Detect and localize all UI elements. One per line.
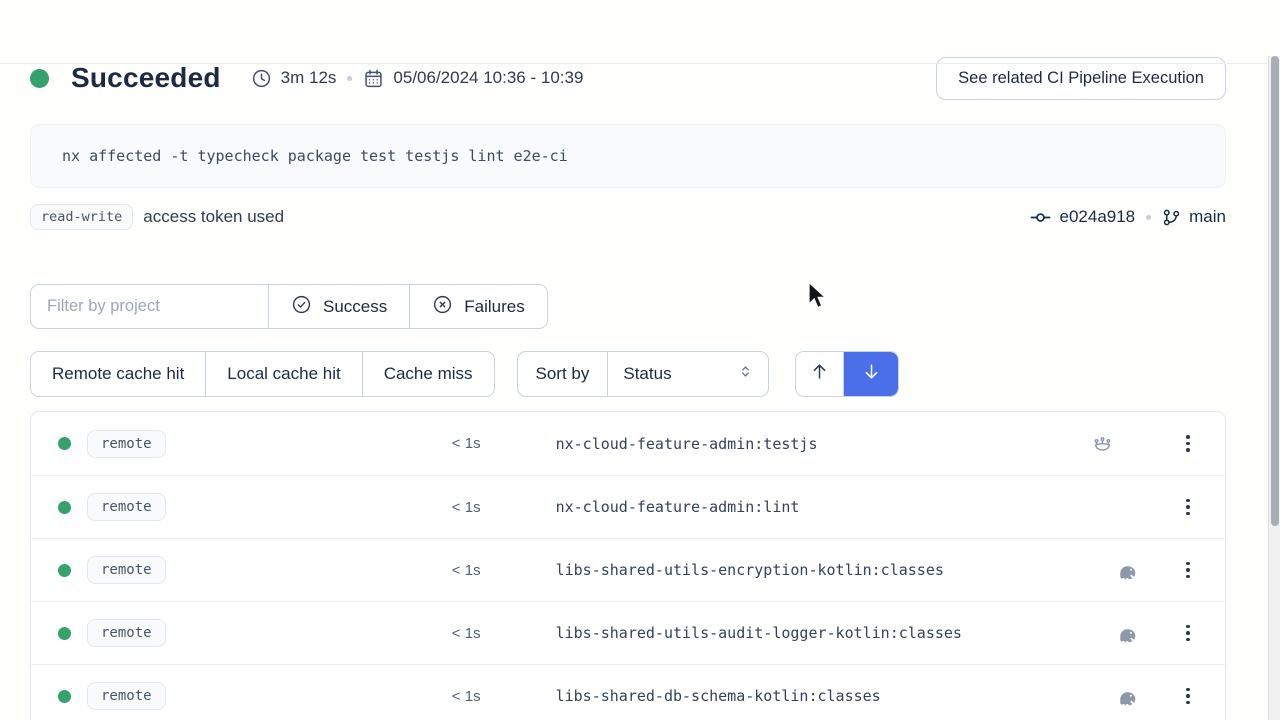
x-circle-icon [432,294,453,320]
sort-direction-group [795,351,899,397]
gradle-icon [1115,685,1141,708]
task-status-dot [58,690,71,703]
task-name[interactable]: nx-cloud-feature-admin:testjs [556,435,1089,453]
cache-source-badge: remote [87,619,166,647]
task-duration: < 1s [421,625,481,642]
arrow-down-icon [862,362,881,386]
task-name[interactable]: libs-shared-utils-audit-logger-kotlin:cl… [556,624,1115,642]
filter-by-project-input[interactable] [31,285,268,328]
branch-name[interactable]: main [1189,207,1226,227]
commit-sha[interactable]: e024a918 [1060,207,1136,227]
task-status-dot [58,501,71,514]
access-token-text: access token used [143,207,284,227]
task-row: remote < 1s libs-shared-db-schema-kotlin… [31,664,1225,720]
task-row: remote < 1s nx-cloud-feature-admin:lint [31,475,1225,538]
sort-select[interactable]: Status [607,352,768,396]
task-list: remote < 1s nx-cloud-feature-admin:testj… [30,411,1226,720]
chevron-updown-icon [738,364,753,384]
task-menu-button[interactable] [1181,431,1195,456]
project-filter-group: Success Failures [30,284,548,329]
cache-source-badge: remote [87,430,166,458]
cache-filter-group: Remote cache hit Local cache hit Cache m… [30,351,495,397]
run-duration: 3m 12s [251,68,337,89]
git-branch-icon [1162,208,1181,227]
task-duration: < 1s [421,499,481,516]
page-top-divider [0,63,1268,64]
date-range-text: 05/06/2024 10:36 - 10:39 [393,68,583,88]
sort-group: Sort by Status [517,351,770,397]
git-commit-icon [1029,206,1052,229]
run-status-dot [30,69,49,88]
task-status-dot [58,564,71,577]
cache-miss-button[interactable]: Cache miss [362,352,494,396]
clock-icon [251,68,272,89]
run-date: 05/06/2024 10:36 - 10:39 [363,68,583,89]
task-row: remote < 1s libs-shared-utils-audit-logg… [31,601,1225,664]
sort-select-value: Status [623,364,671,384]
task-row: remote < 1s nx-cloud-feature-admin:testj… [31,412,1225,475]
task-duration: < 1s [421,688,481,705]
task-menu-button[interactable] [1181,684,1195,709]
task-menu-button[interactable] [1181,621,1195,646]
task-menu-button[interactable] [1181,558,1195,583]
duration-text: 3m 12s [281,68,337,88]
check-circle-icon [291,294,312,320]
task-name[interactable]: libs-shared-utils-encryption-kotlin:clas… [556,561,1115,579]
scrollbar-thumb[interactable] [1271,56,1279,526]
cache-source-badge: remote [87,493,166,521]
cache-source-badge: remote [87,556,166,584]
sort-ascending-button[interactable] [796,352,843,396]
task-name[interactable]: libs-shared-db-schema-kotlin:classes [556,687,1115,705]
task-status-dot [58,627,71,640]
arrow-up-icon [810,362,829,386]
sort-by-label: Sort by [518,352,608,396]
success-label: Success [323,297,387,317]
gradle-icon [1115,622,1141,645]
access-token-badge: read-write [30,204,133,230]
cache-source-badge: remote [87,682,166,710]
remote-cache-hit-button[interactable]: Remote cache hit [31,352,205,396]
failures-label: Failures [464,297,524,317]
task-status-dot [58,437,71,450]
filter-success-button[interactable]: Success [268,285,409,328]
separator-dot [347,76,352,81]
task-duration: < 1s [421,562,481,579]
local-cache-hit-button[interactable]: Local cache hit [205,352,361,396]
task-duration: < 1s [421,435,481,452]
task-row: remote < 1s libs-shared-utils-encryption… [31,538,1225,601]
page-title: Succeeded [71,62,221,94]
calendar-icon [363,68,384,89]
sort-descending-button[interactable] [843,352,898,396]
task-name[interactable]: nx-cloud-feature-admin:lint [556,498,1115,516]
task-menu-button[interactable] [1181,495,1195,520]
vertical-scrollbar[interactable] [1268,56,1280,720]
jest-icon [1089,432,1115,455]
separator-dot [1146,215,1151,220]
run-command: nx affected -t typecheck package test te… [30,124,1226,188]
filter-failures-button[interactable]: Failures [409,285,546,328]
gradle-icon [1115,559,1141,582]
